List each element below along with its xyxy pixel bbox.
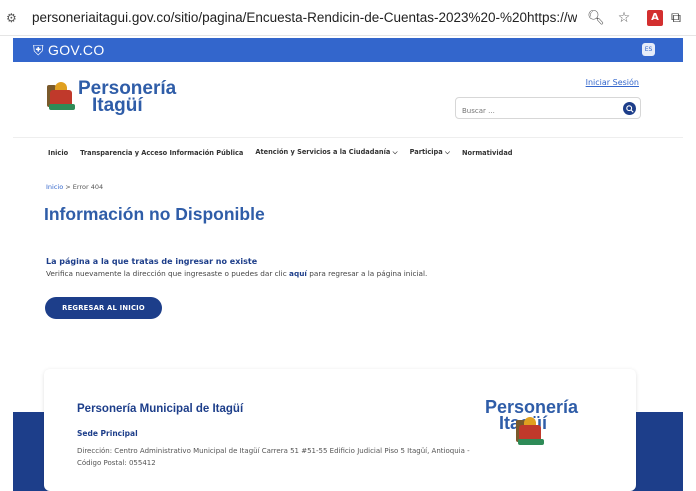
logo-line2: Itagüí <box>92 95 143 116</box>
error-message-body: Verifica nuevamente la dirección que ing… <box>46 269 428 278</box>
nav-item-inicio[interactable]: Inicio <box>48 149 68 157</box>
search-box <box>455 97 641 121</box>
page-title: Información no Disponible <box>44 204 265 224</box>
language-button[interactable]: ES <box>642 43 655 56</box>
zoom-icon[interactable]: 🔍︎ <box>587 10 605 26</box>
url-text[interactable]: personeriaitagui.gov.co/sitio/pagina/Enc… <box>32 10 577 25</box>
breadcrumb-separator: > <box>63 183 73 191</box>
nav-item-normatividad[interactable]: Normatividad <box>462 149 512 157</box>
footer-org-name: Personería Municipal de Itagüí <box>77 403 244 415</box>
browser-address-bar: ⚙ personeriaitagui.gov.co/sitio/pagina/E… <box>0 0 696 36</box>
main-navigation: Inicio Transparencia y Acceso Informació… <box>13 137 683 167</box>
gov-co-logo[interactable]: ⛨ GOV.CO <box>33 42 105 59</box>
footer-postal-code: Código Postal: 055412 <box>77 459 156 467</box>
footer-logo[interactable]: Personería Itagüí <box>482 398 578 445</box>
extensions-icon[interactable]: ⧉ <box>671 10 681 26</box>
breadcrumb-home[interactable]: Inicio <box>46 183 63 191</box>
search-input[interactable] <box>456 101 596 121</box>
site-info-icon[interactable]: ⚙ <box>6 11 28 25</box>
nav-item-atencion[interactable]: Atención y Servicios a la Ciudadanía ⌵ <box>255 148 397 157</box>
gov-co-bar: ⛨ GOV.CO ES <box>13 38 683 62</box>
here-link[interactable]: aquí <box>289 269 307 278</box>
gov-shield-icon: ⛨ <box>33 41 44 58</box>
error-message-title: La página a la que tratas de ingresar no… <box>46 257 258 266</box>
nav-item-participa[interactable]: Participa ⌵ <box>410 148 450 157</box>
footer-address: Dirección: Centro Administrativo Municip… <box>77 445 477 469</box>
coat-of-arms-icon <box>47 82 75 112</box>
bookmark-star-icon[interactable]: ☆ <box>615 10 633 26</box>
pdf-extension-icon[interactable]: A <box>647 9 663 26</box>
login-link[interactable]: Iniciar Sesión <box>586 78 639 87</box>
search-icon <box>625 104 634 113</box>
site-header: Personería Itagüí Iniciar Sesión <box>13 62 683 137</box>
footer-coat-of-arms-icon <box>516 417 544 447</box>
breadcrumb: Inicio > Error 404 <box>46 183 103 191</box>
back-to-home-button[interactable]: REGRESAR AL INICIO <box>45 297 162 319</box>
footer-sede-label: Sede Principal <box>77 429 138 438</box>
personeria-logo[interactable]: Personería Itagüí <box>47 79 176 116</box>
search-button[interactable] <box>623 102 636 115</box>
breadcrumb-current: Error 404 <box>72 183 104 191</box>
footer-contact-card: Personería Municipal de Itagüí Sede Prin… <box>44 369 636 491</box>
nav-item-transparencia[interactable]: Transparencia y Acceso Información Públi… <box>80 149 243 157</box>
